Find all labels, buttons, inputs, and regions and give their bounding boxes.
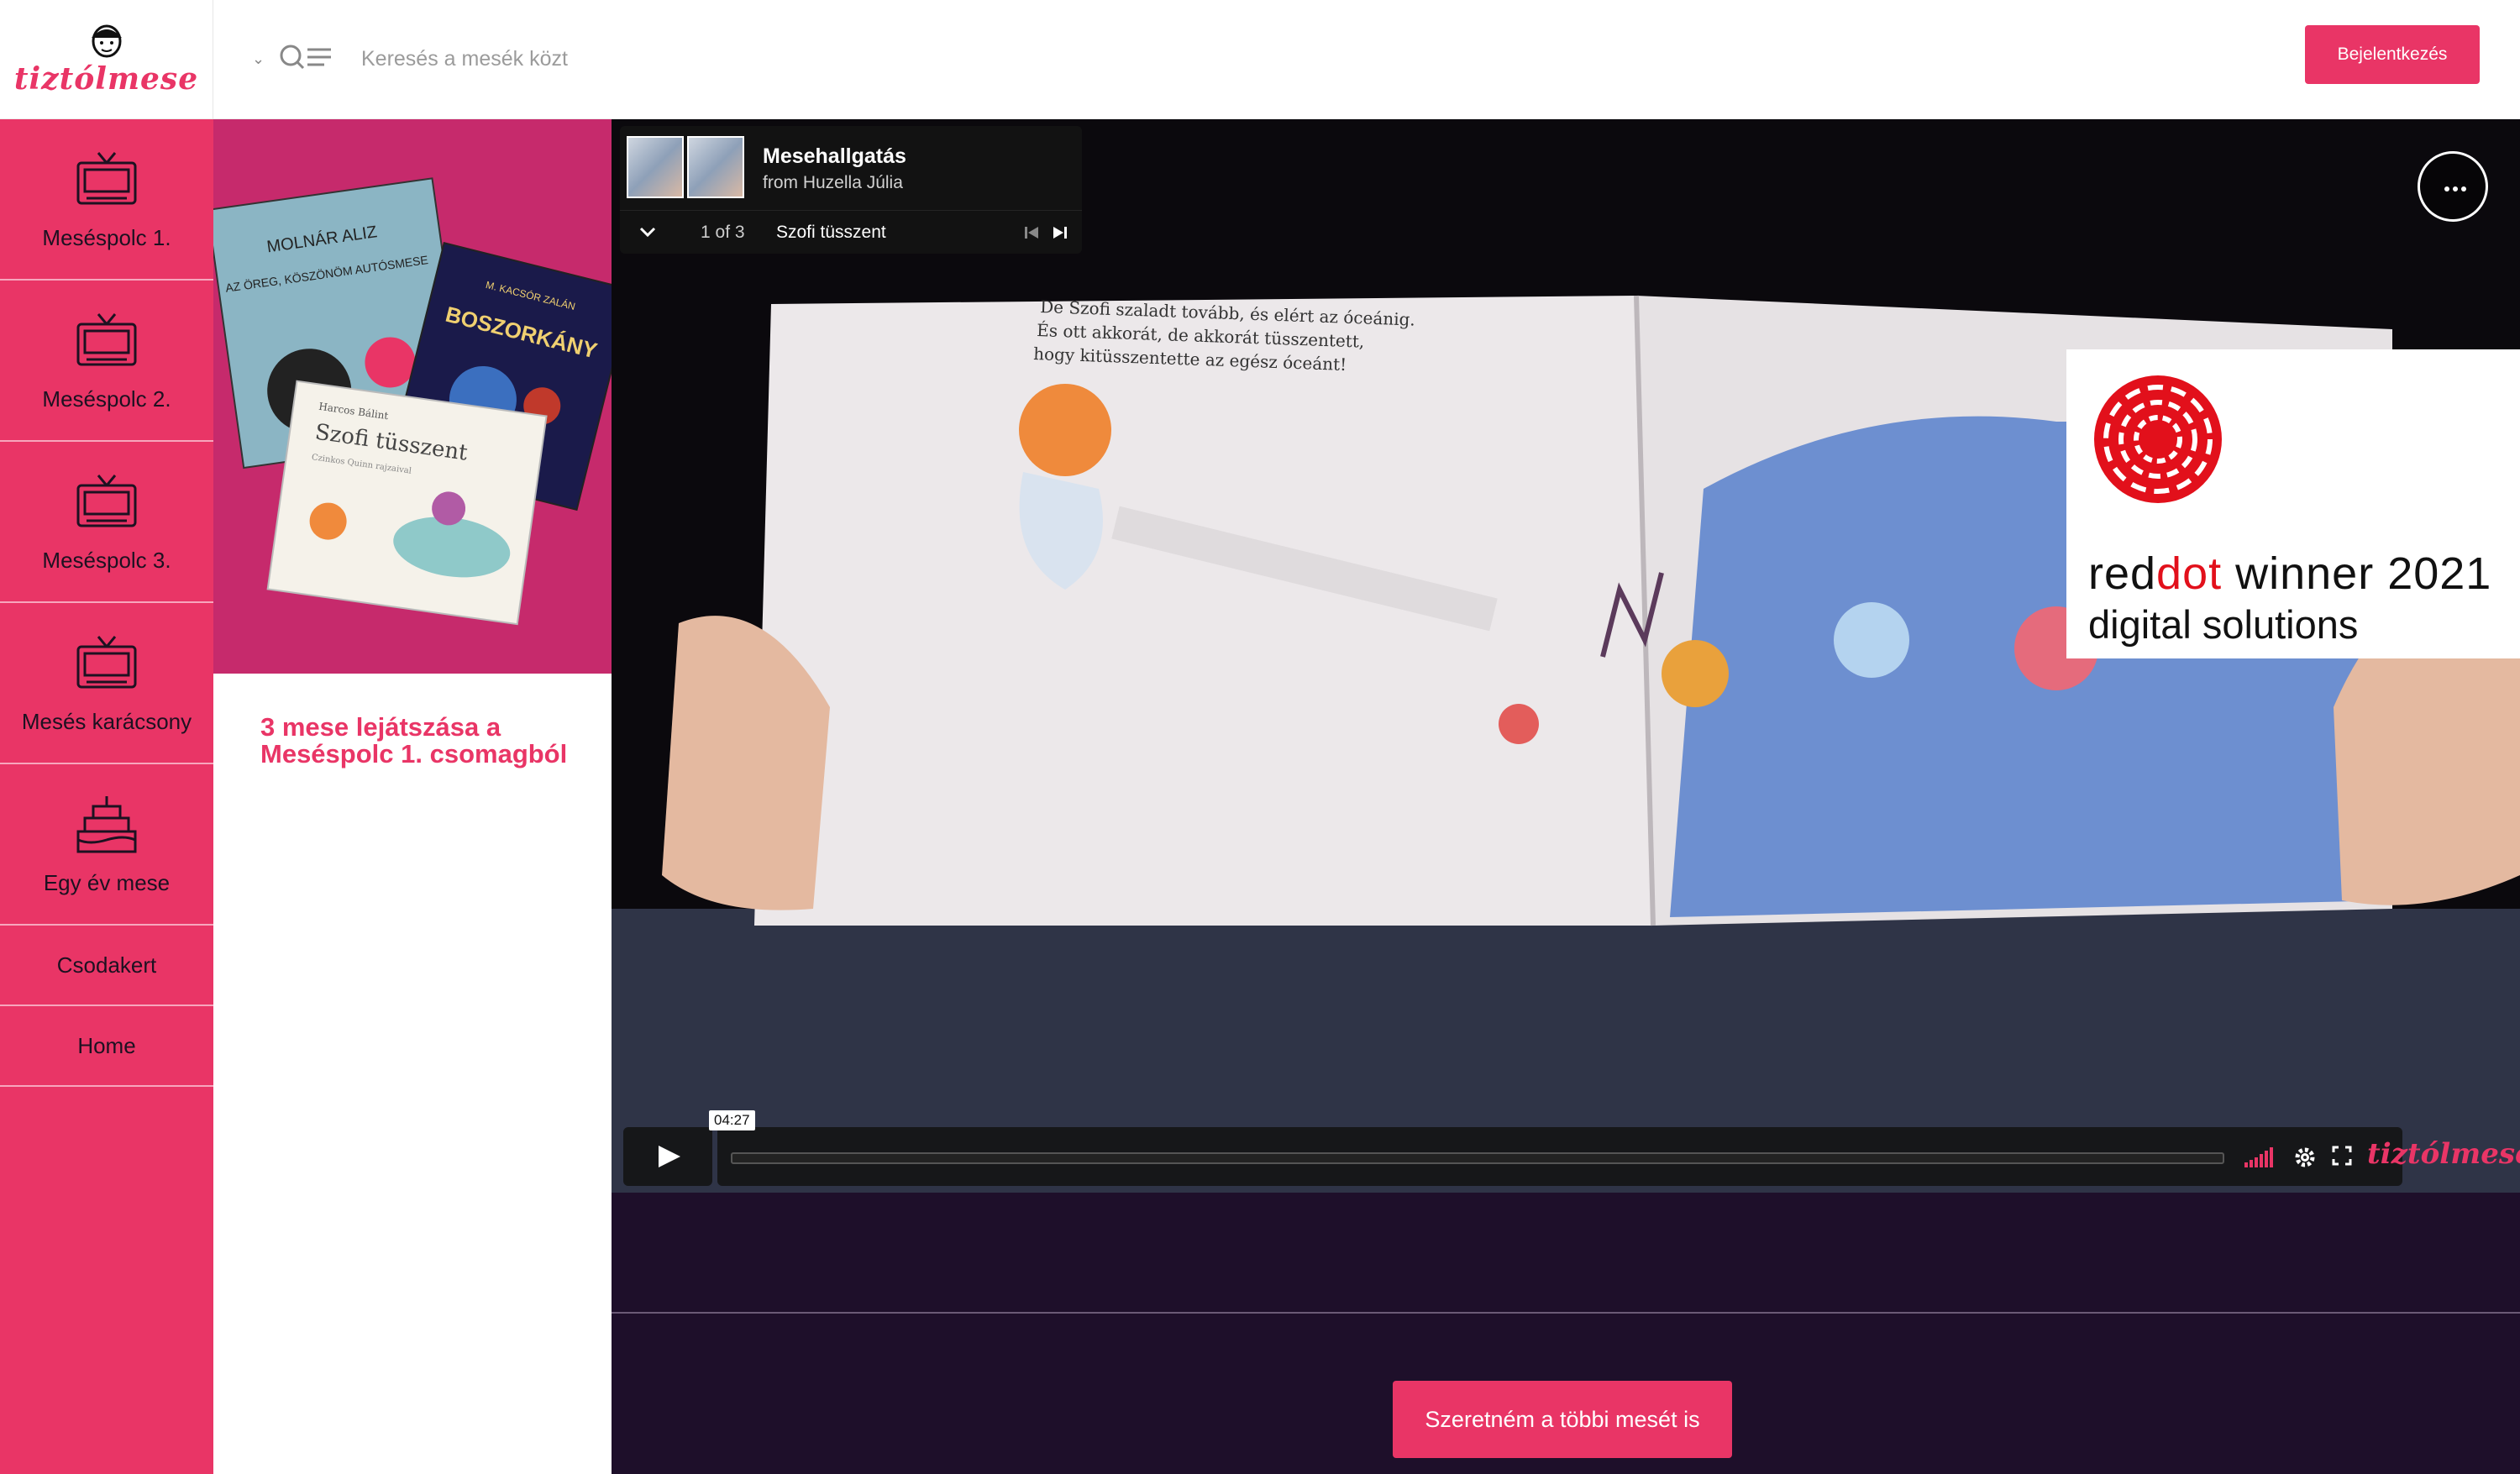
divider [612, 1312, 2520, 1314]
video-player[interactable]: De Szofi szaladt tovább, és elért az óce… [612, 119, 2520, 1193]
package-panel: MOLNÁR ALIZ AZ ÖREG, KÖSZÖNÖM AUTÓSMESE … [213, 119, 612, 1474]
time-display: 04:27 [709, 1110, 755, 1130]
playlist-thumbnail[interactable] [627, 136, 684, 198]
logo-text: tiztólmese [13, 61, 199, 97]
sidebar-item-mesespolc-2[interactable]: Meséspolc 2. [0, 281, 213, 442]
playlist-overlay[interactable]: Mesehallgatás from Huzella Júlia 1 of 3 … [620, 126, 1082, 254]
playlist-controls: 1 of 3 Szofi tüsszent [620, 210, 1082, 254]
logo-face-icon [91, 24, 122, 58]
chevron-down-icon[interactable] [637, 221, 659, 243]
current-track-title: Szofi tüsszent [776, 223, 886, 242]
sidebar-item-label: Meséspolc 3. [42, 547, 171, 573]
fullscreen-icon[interactable] [2332, 1146, 2352, 1166]
search-icon[interactable] [277, 42, 344, 76]
search-input[interactable] [361, 46, 949, 71]
playlist-thumbnails [627, 136, 744, 198]
volume-icon[interactable] [2244, 1147, 2275, 1167]
tv-icon [76, 151, 137, 204]
book-cover-image: MOLNÁR ALIZ AZ ÖREG, KÖSZÖNÖM AUTÓSMESE … [213, 119, 612, 674]
tv-icon [76, 474, 137, 527]
reddot-brand-dot: dot [2156, 548, 2223, 599]
sidebar-item-label: Mesés karácsony [21, 708, 192, 734]
reddot-subtitle: digital solutions [2088, 602, 2359, 647]
gear-icon[interactable] [2293, 1146, 2317, 1169]
reddot-year: winner 2021 [2222, 548, 2492, 599]
reddot-title: reddot winner 2021 [2088, 548, 2491, 600]
sidebar-item-mesespolc-3[interactable]: Meséspolc 3. [0, 442, 213, 603]
reddot-logo-icon [2094, 375, 2222, 503]
top-bar: tiztólmese ⌄ Bejelentkezés [0, 0, 2520, 119]
chevron-down-icon[interactable]: ⌄ [252, 50, 269, 67]
progress-track[interactable] [731, 1152, 2224, 1164]
sidebar-item-label: Meséspolc 2. [42, 386, 171, 412]
sidebar-item-label: Egy év mese [43, 869, 171, 895]
cake-icon [76, 795, 137, 852]
reddot-brand-red: red [2088, 548, 2157, 599]
sidebar-item-label: Home [77, 1032, 136, 1058]
sidebar: Meséspolc 1. Meséspolc 2. Meséspolc 3. M… [0, 119, 213, 1474]
progress-bar-container: tiztólmese [717, 1127, 2520, 1186]
tv-icon [76, 312, 137, 365]
reddot-award-badge: reddot winner 2021 digital solutions [2066, 349, 2520, 658]
sidebar-item-csodakert[interactable]: Csodakert [0, 926, 213, 1006]
package-title: 3 mese lejátszása a Meséspolc 1. csomagb… [260, 712, 568, 768]
more-stories-button[interactable]: Szeretném a többi mesét is [1393, 1381, 1732, 1458]
sidebar-item-label: Csodakert [56, 952, 157, 978]
ellipsis-icon [2444, 186, 2466, 191]
previous-icon[interactable] [1023, 224, 1040, 241]
player-controls: tiztólmese 04:27 [623, 1110, 2520, 1186]
next-icon[interactable] [1052, 224, 1068, 241]
playlist-position: 1 of 3 [701, 223, 745, 242]
sidebar-item-home[interactable]: Home [0, 1006, 213, 1087]
more-options-button[interactable] [2418, 151, 2488, 222]
sidebar-item-egy-ev-mese[interactable]: Egy év mese [0, 764, 213, 926]
sidebar-item-label: Meséspolc 1. [42, 224, 171, 250]
search-bar: ⌄ [252, 34, 949, 84]
books-illustration: MOLNÁR ALIZ AZ ÖREG, KÖSZÖNÖM AUTÓSMESE … [213, 119, 612, 674]
playlist-thumbnail[interactable] [687, 136, 744, 198]
login-button[interactable]: Bejelentkezés [2305, 25, 2480, 84]
playlist-title: Mesehallgatás [763, 144, 906, 168]
playlist-author: from Huzella Júlia [763, 173, 903, 192]
tv-icon [76, 635, 137, 688]
video-section: De Szofi szaladt tovább, és elért az óce… [612, 119, 2520, 1474]
player-logo[interactable]: tiztólmese [2367, 1137, 2520, 1171]
play-button[interactable] [623, 1127, 712, 1186]
sidebar-item-meses-karacsony[interactable]: Mesés karácsony [0, 603, 213, 764]
site-logo[interactable]: tiztólmese [0, 0, 213, 119]
play-icon [659, 1146, 680, 1167]
sidebar-item-mesespolc-1[interactable]: Meséspolc 1. [0, 119, 213, 281]
